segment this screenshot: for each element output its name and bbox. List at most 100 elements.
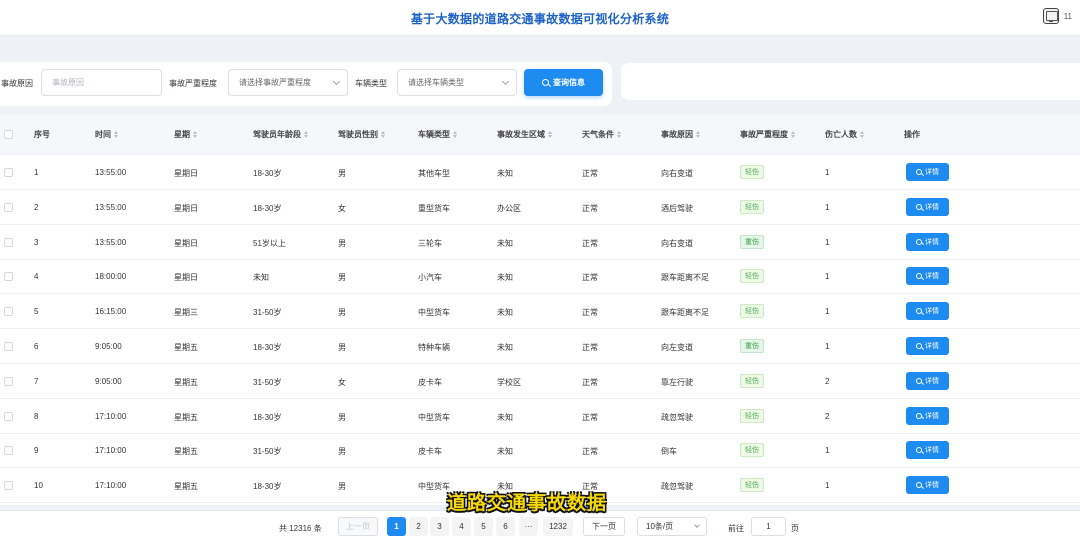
search-icon [916,308,922,315]
sort-icon[interactable] [193,131,197,138]
severity-label: 事故严重程度 [169,79,217,88]
page-button-4[interactable]: 4 [452,517,471,536]
row-checkbox[interactable] [4,376,13,386]
cell-severity: 轻伤 [740,199,764,214]
cell-severity: 轻伤 [740,478,764,493]
page-button-1[interactable]: 1 [387,517,406,536]
top-bar: 基于大数据的道路交通事故数据可视化分析系统 11 [0,0,1080,36]
search-icon [916,447,922,454]
sort-icon[interactable] [548,131,552,138]
cell-severity: 轻伤 [740,373,764,388]
col-casualties[interactable]: 伤亡人数 [825,129,864,140]
cell-time: 17:10:00 [95,481,127,491]
search-icon [916,412,922,419]
cell-time: 13:55:00 [95,237,127,247]
cell-driver-age: 未知 [253,273,269,283]
col-time[interactable]: 时间 [95,129,118,140]
row-checkbox[interactable] [4,168,13,177]
cell-cause: 向右变道 [661,238,693,248]
goto-page-input[interactable]: 1 [751,517,786,536]
sort-icon[interactable] [860,131,864,138]
detail-button[interactable]: 详情 [906,267,949,286]
search-icon [916,343,922,349]
sort-icon[interactable] [617,131,621,138]
cell-severity: 轻伤 [740,408,764,423]
cause-input[interactable]: 事故原因 [41,69,162,96]
col-driver-age[interactable]: 驾驶员年龄段 [253,129,308,140]
detail-button-label: 详情 [925,482,939,490]
avatar-icon[interactable] [1042,8,1059,24]
sort-icon[interactable] [304,131,308,138]
cell-cause: 靠左行驶 [661,377,693,387]
cell-cause: 跟车距离不足 [661,273,709,283]
detail-button-label: 详情 [925,169,939,176]
col-vehicle-type[interactable]: 车辆类型 [418,129,457,140]
cell-weather: 正常 [582,377,598,387]
last-page-button[interactable]: 1232 [543,517,573,536]
cell-area: 办公区 [497,203,521,213]
next-page-button[interactable]: 下一页 [583,517,625,536]
cell-index: 8 [34,411,39,421]
detail-button[interactable]: 详情 [906,371,949,390]
search-icon [542,79,549,86]
col-area[interactable]: 事故发生区域 [497,129,552,140]
detail-button[interactable]: 详情 [906,406,949,425]
detail-button[interactable]: 详情 [906,302,949,321]
col-severity[interactable]: 事故严重程度 [740,129,795,140]
row-checkbox[interactable] [4,307,13,317]
row-checkbox[interactable] [4,446,13,456]
search-icon [916,203,922,210]
select-all-checkbox[interactable] [4,130,13,139]
cell-time: 17:10:00 [95,446,127,456]
cell-casualties: 1 [825,307,830,317]
sort-icon[interactable] [453,131,457,138]
user-menu[interactable]: 11 [1042,8,1072,24]
row-checkbox[interactable] [4,272,13,282]
row-checkbox[interactable] [4,237,13,247]
cause-label: 事故原因 [1,79,33,88]
cell-casualties: 1 [825,168,830,177]
row-checkbox[interactable] [4,481,13,491]
cell-severity: 轻伤 [740,165,764,179]
row-checkbox[interactable] [4,202,13,212]
vehicle-select[interactable]: 请选择车辆类型 [397,69,517,96]
cell-cause: 疏忽驾驶 [661,482,693,492]
goto-label: 前往 [728,524,744,533]
sort-icon[interactable] [696,131,700,138]
cell-time: 17:10:00 [95,411,127,421]
detail-button-label: 详情 [925,308,939,316]
page-button-2[interactable]: 2 [409,517,428,536]
vehicle-label: 车辆类型 [355,79,387,88]
page-button-3[interactable]: 3 [430,517,449,536]
cell-driver-gender: 女 [338,377,346,387]
cell-driver-age: 31-50岁 [253,308,282,318]
page-button-5[interactable]: 5 [474,517,493,536]
sort-icon[interactable] [114,131,118,138]
row-checkbox[interactable] [4,411,13,421]
detail-button[interactable]: 详情 [906,163,949,181]
detail-button[interactable]: 详情 [906,441,949,460]
cell-casualties: 1 [825,237,830,247]
col-weather[interactable]: 天气条件 [582,129,621,140]
col-cause[interactable]: 事故原因 [661,129,700,140]
table-row: 5 16:15:00 星期三 31-50岁 男 中型货车 未知 正常 跟车距离不足 轻伤 1 详情 [0,294,1080,330]
page-button-6[interactable]: 6 [496,517,515,536]
detail-button[interactable]: 详情 [906,232,949,251]
detail-button[interactable]: 详情 [906,337,949,355]
detail-button[interactable]: 详情 [906,197,949,216]
sort-icon[interactable] [791,131,795,138]
col-driver-gender[interactable]: 驾驶员性别 [338,129,385,140]
col-actions: 操作 [904,130,920,139]
col-weekday[interactable]: 星期 [174,129,197,140]
sort-icon[interactable] [381,131,385,138]
search-button[interactable]: 查询信息 [524,69,603,96]
severity-select[interactable]: 请选择事故严重程度 [228,69,348,96]
cell-severity: 重伤 [740,339,764,353]
page-size-select[interactable]: 10条/页 [637,517,707,536]
cell-weather: 正常 [582,308,598,318]
row-checkbox[interactable] [4,342,13,351]
prev-page-button[interactable]: 上一页 [338,517,378,536]
cell-area: 未知 [497,308,513,318]
detail-button[interactable]: 详情 [906,476,949,495]
more-pages-button[interactable]: ··· [519,517,538,536]
